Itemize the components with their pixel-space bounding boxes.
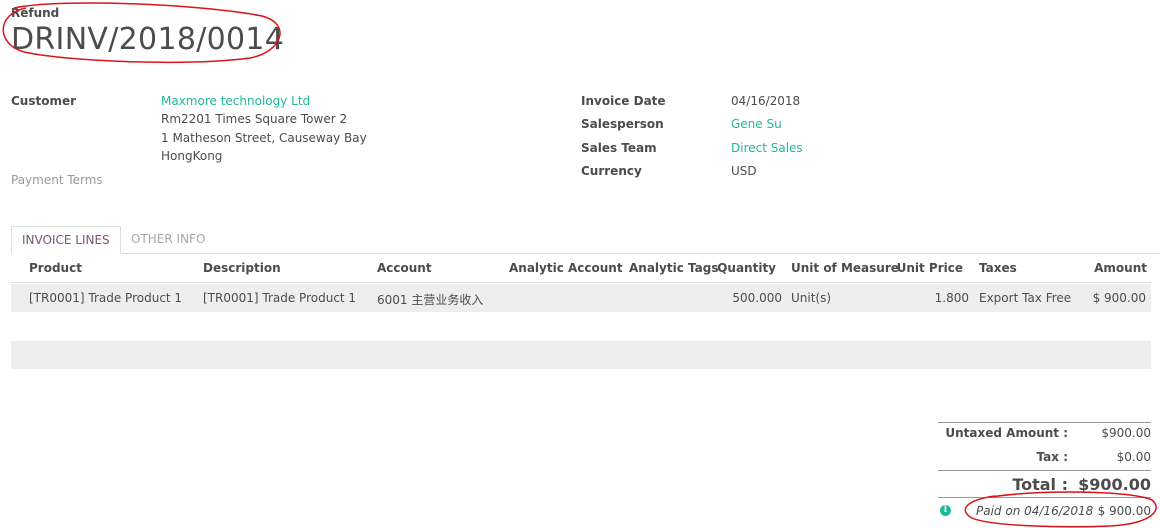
table-row[interactable]: [TR0001] Trade Product 1 [TR0001] Trade … xyxy=(11,284,1151,312)
salesperson-link[interactable]: Gene Su xyxy=(731,117,782,131)
untaxed-amount-value: $900.00 xyxy=(1101,426,1151,440)
notebook-tabs: INVOICE LINES OTHER INFO xyxy=(11,226,1160,254)
cell-amount: $ 900.00 xyxy=(1092,291,1146,305)
invoice-date-value: 04/16/2018 xyxy=(731,94,801,108)
total-value: $900.00 xyxy=(1078,475,1151,494)
tax-label: Tax : xyxy=(1036,450,1068,464)
tab-other-info[interactable]: OTHER INFO xyxy=(121,226,215,254)
tab-invoice-lines[interactable]: INVOICE LINES xyxy=(11,226,121,254)
paid-amount: $ 900.00 xyxy=(1097,504,1151,518)
cell-product: [TR0001] Trade Product 1 xyxy=(29,291,183,305)
col-unit-price[interactable]: Unit Price xyxy=(897,261,963,275)
cell-taxes: Export Tax Free xyxy=(979,291,1072,305)
col-analytic-account[interactable]: Analytic Account xyxy=(509,261,623,275)
currency-label: Currency xyxy=(581,164,642,178)
customer-link[interactable]: Maxmore technology Ltd xyxy=(161,94,310,108)
col-unit-of-measure[interactable]: Unit of Measure xyxy=(791,261,899,275)
col-analytic-tags[interactable]: Analytic Tags xyxy=(629,261,718,275)
col-description[interactable]: Description xyxy=(203,261,281,275)
salesperson-label: Salesperson xyxy=(581,117,664,131)
document-type-label: Refund xyxy=(11,6,60,20)
invoice-lines-header: Product Description Account Analytic Acc… xyxy=(11,256,1151,283)
sales-team-link[interactable]: Direct Sales xyxy=(731,141,803,155)
col-quantity[interactable]: Quantity xyxy=(717,261,776,275)
totals-top-divider xyxy=(938,422,1151,423)
info-circle-icon[interactable]: i xyxy=(940,505,951,516)
col-amount[interactable]: Amount xyxy=(1094,261,1147,275)
col-account[interactable]: Account xyxy=(377,261,432,275)
paid-on-text: Paid on 04/16/2018 xyxy=(976,504,1094,518)
cell-uom: Unit(s) xyxy=(791,291,832,305)
sales-team-label: Sales Team xyxy=(581,141,657,155)
payment-terms-label: Payment Terms xyxy=(11,173,103,187)
totals-bottom-divider xyxy=(938,497,1151,498)
cell-quantity: 500.000 xyxy=(732,291,782,305)
cell-account: 6001 主营业务收入 xyxy=(377,293,484,307)
tax-value: $0.00 xyxy=(1116,450,1151,464)
address-line-3: HongKong xyxy=(161,149,223,163)
cell-description: [TR0001] Trade Product 1 xyxy=(203,291,357,305)
totals-divider xyxy=(938,470,1151,471)
invoice-number: DRINV/2018/0014 xyxy=(11,22,285,57)
currency-value: USD xyxy=(731,164,757,178)
invoice-date-label: Invoice Date xyxy=(581,94,666,108)
cell-unit-price: 1.800 xyxy=(934,291,969,305)
total-label: Total : xyxy=(1012,475,1068,494)
empty-table-row xyxy=(11,341,1151,369)
address-line-1: Rm2201 Times Square Tower 2 xyxy=(161,112,348,126)
col-taxes[interactable]: Taxes xyxy=(979,261,1017,275)
address-line-2: 1 Matheson Street, Causeway Bay xyxy=(161,131,367,145)
customer-label: Customer xyxy=(11,94,77,108)
col-product[interactable]: Product xyxy=(29,261,82,275)
untaxed-amount-label: Untaxed Amount : xyxy=(945,426,1068,440)
